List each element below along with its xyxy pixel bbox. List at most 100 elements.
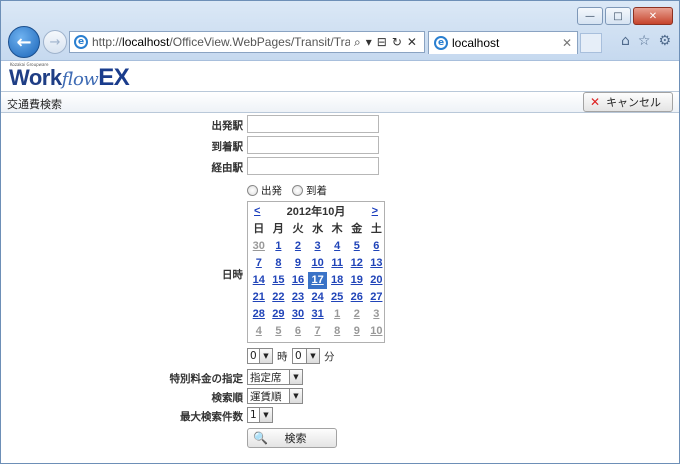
special-fee-dropdown-arrow-icon: ▼ <box>289 370 302 384</box>
sort-order-dropdown-arrow-icon: ▼ <box>289 389 302 403</box>
calendar-day[interactable]: 12 <box>347 255 367 272</box>
special-fee-select[interactable]: 指定席 ▼ <box>247 369 303 385</box>
maximize-button[interactable]: □ <box>605 7 631 25</box>
new-tab-button[interactable] <box>580 33 602 53</box>
calendar-weekday: 土 <box>370 223 382 235</box>
calendar-day[interactable]: 8 <box>327 323 347 340</box>
calendar-weekday: 日 <box>253 223 265 235</box>
address-url[interactable]: http://localhost/OfficeView.WebPages/Tra… <box>92 35 350 49</box>
calendar-day[interactable]: 10 <box>308 255 328 272</box>
calendar-day[interactable]: 14 <box>249 272 269 289</box>
radio-departure-label: 出発 <box>261 185 282 197</box>
calendar-day[interactable]: 2 <box>347 306 367 323</box>
calendar-day[interactable]: 9 <box>288 255 308 272</box>
calendar-prev-link[interactable]: < <box>254 205 260 217</box>
calendar-day[interactable]: 23 <box>288 289 308 306</box>
calendar-day[interactable]: 9 <box>347 323 367 340</box>
address-bar[interactable]: e http://localhost/OfficeView.WebPages/T… <box>69 31 425 53</box>
hour-select[interactable]: 0 ▼ <box>247 348 273 364</box>
max-results-dropdown-arrow-icon: ▼ <box>259 408 272 422</box>
departure-station-input[interactable] <box>247 115 379 133</box>
tab-page-icon: e <box>434 36 448 50</box>
calendar-day[interactable]: 24 <box>308 289 328 306</box>
refresh-icon[interactable]: ↻ <box>392 35 402 50</box>
calendar-day[interactable]: 28 <box>249 306 269 323</box>
date-calendar: < 2012年10月 > 日月火水木金土 30 1 2 3 4 5 6 7 8 9 10 11 12 13 1… <box>247 201 385 343</box>
close-window-button[interactable]: ✕ <box>633 7 673 25</box>
calendar-weekday: 水 <box>312 223 324 235</box>
search-button[interactable]: 🔍 検索 <box>247 428 337 448</box>
arrival-station-label: 到着駅 <box>211 141 244 153</box>
hour-unit-label: 時 <box>277 351 288 363</box>
calendar-weekday: 月 <box>272 223 284 235</box>
minimize-button[interactable]: — <box>577 7 603 25</box>
calendar-day[interactable]: 11 <box>327 255 347 272</box>
calendar-weekday: 木 <box>331 223 343 235</box>
calendar-day[interactable]: 5 <box>269 323 289 340</box>
calendar-day[interactable]: 19 <box>347 272 367 289</box>
calendar-day[interactable]: 4 <box>249 323 269 340</box>
calendar-day[interactable]: 3 <box>367 306 387 323</box>
calendar-day[interactable]: 1 <box>327 306 347 323</box>
calendar-day[interactable]: 10 <box>367 323 387 340</box>
hour-dropdown-arrow-icon: ▼ <box>259 349 272 363</box>
calendar-day[interactable]: 3 <box>308 238 328 255</box>
calendar-day[interactable]: 25 <box>327 289 347 306</box>
sort-order-select[interactable]: 運賃順 ▼ <box>247 388 303 404</box>
calendar-weekday: 火 <box>292 223 304 235</box>
radio-arrival[interactable] <box>292 185 303 196</box>
calendar-day[interactable]: 22 <box>269 289 289 306</box>
logo-bar: Kozakai Groupware WorkflowEX <box>1 61 679 91</box>
calendar-header: < 2012年10月 > <box>248 202 384 220</box>
max-results-select[interactable]: 1 ▼ <box>247 407 273 423</box>
radio-departure[interactable] <box>247 185 258 196</box>
calendar-day[interactable]: 26 <box>347 289 367 306</box>
calendar-grid: 日月火水木金土 30 1 2 3 4 5 6 7 8 9 10 11 12 13 14 15 16 17 18 19 20… <box>248 220 384 340</box>
calendar-day[interactable]: 30 <box>249 238 269 255</box>
calendar-day[interactable]: 31 <box>308 306 328 323</box>
calendar-day[interactable]: 13 <box>367 255 387 272</box>
datetime-label: 日時 <box>222 269 243 281</box>
calendar-day[interactable]: 8 <box>269 255 289 272</box>
calendar-day[interactable]: 4 <box>327 238 347 255</box>
calendar-day[interactable]: 21 <box>249 289 269 306</box>
calendar-next-link[interactable]: > <box>372 205 378 217</box>
compatibility-view-icon[interactable]: ⊟ <box>377 35 387 50</box>
calendar-day[interactable]: 2 <box>288 238 308 255</box>
calendar-day[interactable]: 27 <box>367 289 387 306</box>
minute-unit-label: 分 <box>324 351 335 363</box>
tools-gear-icon[interactable]: ⚙ <box>658 33 671 49</box>
favorites-star-icon[interactable]: ☆ <box>638 33 651 49</box>
minute-dropdown-arrow-icon: ▼ <box>306 349 319 363</box>
via-station-input[interactable] <box>247 157 379 175</box>
calendar-day[interactable]: 29 <box>269 306 289 323</box>
tab-close-icon[interactable]: ✕ <box>562 36 572 50</box>
back-arrow-icon: ← <box>16 31 32 53</box>
calendar-day[interactable]: 6 <box>288 323 308 340</box>
stop-icon[interactable]: ✕ <box>407 35 417 50</box>
calendar-day[interactable]: 30 <box>288 306 308 323</box>
workflow-ex-logo: WorkflowEX <box>9 64 130 91</box>
minute-select[interactable]: 0 ▼ <box>292 348 320 364</box>
forward-arrow-icon: → <box>49 34 61 50</box>
via-station-label: 経由駅 <box>211 162 244 174</box>
calendar-day[interactable]: 18 <box>327 272 347 289</box>
calendar-day[interactable]: 20 <box>367 272 387 289</box>
browser-tab[interactable]: e localhost ✕ <box>428 31 578 54</box>
cancel-button[interactable]: ✕ キャンセル <box>583 92 673 112</box>
arrival-station-input[interactable] <box>247 136 379 154</box>
forward-button[interactable]: → <box>43 30 67 54</box>
calendar-day[interactable]: 15 <box>269 272 289 289</box>
browser-command-icons: ⌂ ☆ ⚙ <box>621 33 671 49</box>
calendar-day[interactable]: 7 <box>308 323 328 340</box>
calendar-day[interactable]: 16 <box>288 272 308 289</box>
calendar-day[interactable]: 7 <box>249 255 269 272</box>
calendar-day[interactable]: 6 <box>367 238 387 255</box>
address-dropdown-icon[interactable]: ▾ <box>366 35 372 50</box>
calendar-day[interactable]: 1 <box>269 238 289 255</box>
home-icon[interactable]: ⌂ <box>621 33 630 49</box>
back-button[interactable]: ← <box>8 26 40 58</box>
search-icon[interactable]: ⌕ <box>354 35 361 50</box>
calendar-day-selected[interactable]: 17 <box>307 272 328 289</box>
calendar-day[interactable]: 5 <box>347 238 367 255</box>
